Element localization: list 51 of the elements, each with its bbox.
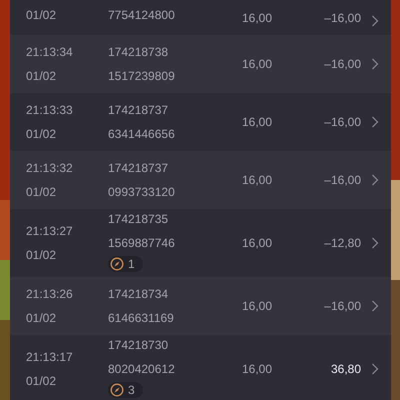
date-text: 01/02 <box>26 126 58 143</box>
order-number: 174218734 <box>108 286 170 303</box>
price-text: 16,00 <box>241 10 274 27</box>
date-text: 01/02 <box>26 68 58 85</box>
net-amount: –16,00 <box>323 10 361 27</box>
net-amount: –16,00 <box>323 298 361 315</box>
date-text: 01/02 <box>26 373 58 390</box>
time-text: 21:13:33 <box>26 102 74 119</box>
order-number: 174218738 <box>108 44 170 61</box>
order-number: 174218737 <box>108 160 170 177</box>
net-amount: –16,00 <box>323 114 361 131</box>
chevron-icon[interactable] <box>371 58 379 70</box>
order-number: 174218737 <box>108 102 170 119</box>
count-badge: 3 <box>108 382 143 398</box>
date-text: 01/02 <box>26 247 58 264</box>
reference-number: 7754124800 <box>108 7 176 24</box>
price-text: 16,00 <box>241 114 274 131</box>
date-text: 01/02 <box>26 184 58 201</box>
chevron-icon[interactable] <box>371 116 379 128</box>
count-badge: 1 <box>108 256 143 272</box>
order-number: 174218735 <box>108 211 170 228</box>
date-text: 01/02 <box>26 310 58 327</box>
net-amount: 36,80 <box>330 361 361 378</box>
compass-icon <box>110 383 124 397</box>
price-text: 16,00 <box>241 298 274 315</box>
compass-icon <box>110 257 124 271</box>
chevron-icon[interactable] <box>371 237 379 249</box>
net-amount: –16,00 <box>323 56 361 73</box>
order-number: 174218730 <box>108 337 170 354</box>
time-text: 21:13:17 <box>26 349 74 366</box>
time-text: 21:13:26 <box>26 286 74 303</box>
chevron-icon[interactable] <box>371 300 379 312</box>
reference-number: 8020420612 <box>108 361 176 378</box>
chevron-icon[interactable] <box>371 174 379 186</box>
reference-number: 1517239809 <box>108 68 176 85</box>
reference-number: 0993733120 <box>108 184 176 201</box>
chevron-icon[interactable] <box>371 15 379 27</box>
reference-number: 6146631169 <box>108 310 175 327</box>
price-text: 16,00 <box>241 235 274 252</box>
reference-number: 6341446656 <box>108 126 176 143</box>
time-text: 21:13:32 <box>26 160 74 177</box>
time-text: 21:13:27 <box>26 223 74 240</box>
price-text: 16,00 <box>241 172 274 189</box>
reference-number: 1569887746 <box>108 235 176 252</box>
price-text: 16,00 <box>241 361 274 378</box>
chevron-icon[interactable] <box>371 363 379 375</box>
price-text: 16,00 <box>241 56 274 73</box>
net-amount: –16,00 <box>323 172 361 189</box>
date-text: 01/02 <box>26 7 58 24</box>
time-text: 21:13:34 <box>26 44 74 61</box>
net-amount: –12,80 <box>323 235 361 252</box>
